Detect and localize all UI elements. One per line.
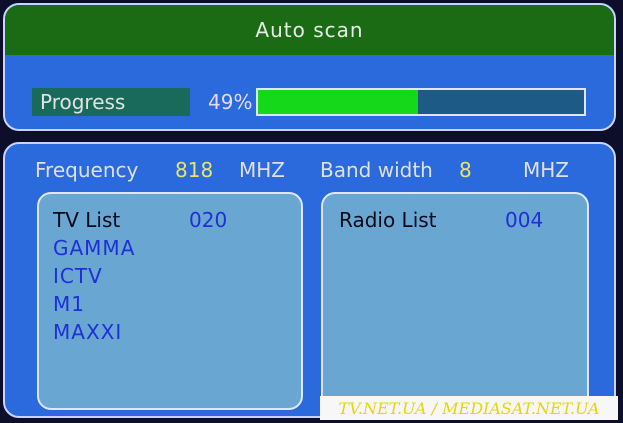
progress-bar bbox=[256, 88, 586, 116]
radio-list-label: Radio List bbox=[339, 208, 437, 232]
frequency-label: Frequency bbox=[35, 158, 139, 182]
list-item: M1 bbox=[53, 292, 85, 316]
tv-list-box: TV List 020 GAMMA ICTV M1 MAXXI bbox=[37, 192, 303, 410]
bandwidth-label: Band width bbox=[320, 158, 433, 182]
list-item: GAMMA bbox=[53, 236, 136, 260]
watermark: TV.NET.UA / MEDIASAT.NET.UA bbox=[320, 396, 618, 420]
title-bar: Auto scan bbox=[5, 5, 614, 55]
progress-percent: 49% bbox=[208, 90, 253, 114]
progress-bar-fill bbox=[258, 90, 418, 114]
frequency-value: 818 bbox=[175, 158, 214, 182]
progress-label: Progress bbox=[32, 88, 190, 116]
frequency-unit: MHZ bbox=[239, 158, 285, 182]
list-item: ICTV bbox=[53, 264, 103, 288]
bandwidth-unit: MHZ bbox=[523, 158, 569, 182]
list-item: MAXXI bbox=[53, 320, 123, 344]
tv-list-label: TV List bbox=[53, 208, 121, 232]
tv-list-count: 020 bbox=[189, 208, 228, 232]
page-title: Auto scan bbox=[255, 18, 364, 42]
radio-list-count: 004 bbox=[505, 208, 544, 232]
bandwidth-value: 8 bbox=[459, 158, 472, 182]
scan-results-panel: Frequency 818 MHZ Band width 8 MHZ TV Li… bbox=[3, 142, 616, 418]
radio-list-box: Radio List 004 bbox=[321, 192, 589, 410]
